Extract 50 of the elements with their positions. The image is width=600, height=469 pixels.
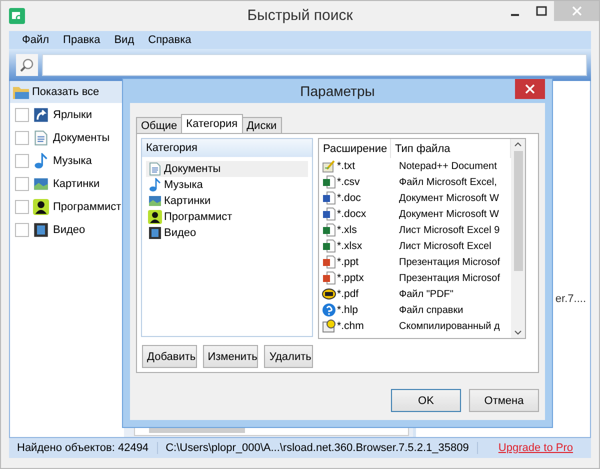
file-type-cell-text: Notepad++ Document	[398, 160, 498, 172]
extension-cell: *.pptx	[337, 272, 364, 284]
file-type-cell-text: Файл справки	[398, 304, 464, 316]
dialog-title: Параметры	[300, 83, 375, 99]
file-type-cell-text: Файл "PDF"	[398, 288, 454, 300]
file-type-cell-text: Лист Microsoft Excel	[398, 240, 492, 252]
extension-cell: *.xlsx	[337, 240, 362, 252]
extension-cell: *.txt	[337, 160, 356, 172]
sidebar-item[interactable]: Ярлыки	[53, 108, 92, 120]
file-type-cell-text: Лист Microsoft Excel 9	[398, 224, 501, 236]
sidebar-item[interactable]: Видео	[53, 224, 86, 236]
sidebar-item[interactable]: Документы	[53, 132, 110, 144]
extension-cell: *.chm	[337, 320, 364, 332]
file-type-cell-text: Документ Microsoft W	[398, 208, 500, 220]
file-type-cell-text: Презентация Microsof	[398, 272, 501, 284]
extension-cell: *.pdf	[337, 288, 359, 300]
category-button[interactable]: Добавить	[142, 345, 197, 368]
show-all-item[interactable]: Показать все	[10, 81, 124, 103]
sidebar-item[interactable]: Программист	[53, 200, 122, 212]
column-header[interactable]: Расширение	[319, 139, 391, 158]
file-type-cell-text: Скомпилированный д	[398, 320, 501, 332]
extension-cell: *.hlp	[337, 304, 358, 316]
dialog-button[interactable]: Отмена	[469, 389, 539, 412]
tab[interactable]: Категория	[181, 114, 243, 133]
file-type-cell-text: Документ Microsoft W	[398, 192, 500, 204]
sidebar-item[interactable]: Картинки	[53, 178, 100, 190]
category-item[interactable]: Документы	[146, 161, 308, 177]
file-type-cell-text: Файл Microsoft Excel,	[398, 176, 498, 188]
found-count: Найдено объектов: 42494	[9, 442, 158, 454]
extension-cell: *.csv	[337, 176, 360, 188]
dialog-button[interactable]: OK	[391, 389, 461, 412]
menu-item[interactable]: Вид	[107, 34, 142, 46]
column-header: Категория	[142, 139, 312, 157]
window-title: Быстрый поиск	[247, 7, 353, 24]
category-button[interactable]: Изменить	[202, 345, 258, 368]
menu-item[interactable]: Справка	[141, 34, 198, 46]
extension-cell: *.ppt	[337, 256, 359, 268]
extension-cell: *.docx	[337, 208, 366, 220]
extension-cell: *.xls	[337, 224, 357, 236]
file-path: C:\Users\plopr_000\A...\rsload.net.360.Browser.7.5.2.1_35809	[158, 442, 478, 454]
file-type-cell-text: Презентация Microsof	[398, 256, 501, 268]
menu-item[interactable]: Файл	[15, 34, 56, 46]
tab[interactable]: Общие	[136, 117, 182, 133]
extension-cell: *.doc	[337, 192, 361, 204]
category-button[interactable]: Удалить	[264, 345, 313, 368]
sidebar-item[interactable]: Музыка	[53, 154, 92, 166]
upgrade-link[interactable]: Upgrade to Pro	[494, 442, 577, 454]
menu-item[interactable]: Правка	[56, 34, 108, 46]
tab[interactable]: Диски	[242, 117, 282, 133]
file-name: er.7....	[555, 293, 586, 305]
